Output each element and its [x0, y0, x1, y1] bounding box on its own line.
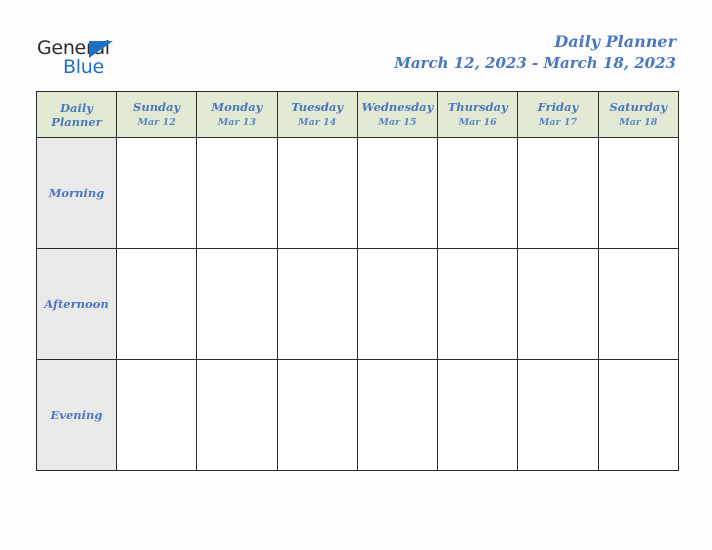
day-name-thursday: Thursday [447, 99, 508, 114]
cell-morning-tuesday[interactable] [276, 137, 358, 249]
corner-label-line2: Planner [51, 114, 102, 129]
cell-afternoon-wednesday[interactable] [356, 248, 439, 360]
cell-afternoon-monday[interactable] [196, 248, 278, 360]
table-row-morning: Morning [36, 137, 679, 249]
column-header-wednesday: Wednesday Mar 15 [356, 91, 439, 138]
page-header: General Blue Daily Planner March 12, 202… [0, 0, 712, 88]
cell-morning-thursday[interactable] [437, 137, 519, 249]
logo-word-blue: Blue [63, 56, 104, 78]
cell-evening-friday[interactable] [517, 359, 599, 471]
general-blue-logo: General Blue [37, 38, 157, 80]
row-label-text: Morning [48, 186, 105, 200]
day-date-wednesday: Mar 15 [378, 116, 417, 128]
day-name-saturday: Saturday [609, 99, 668, 114]
day-name-tuesday: Tuesday [291, 99, 344, 114]
day-date-tuesday: Mar 14 [298, 116, 337, 128]
table-header-row: Daily Planner Sunday Mar 12 Monday Mar 1… [36, 91, 679, 138]
column-header-friday: Friday Mar 17 [517, 91, 599, 138]
day-date-thursday: Mar 16 [458, 116, 497, 128]
table-row-afternoon: Afternoon [36, 248, 679, 360]
cell-afternoon-sunday[interactable] [115, 248, 198, 360]
day-name-sunday: Sunday [133, 99, 181, 114]
day-date-friday: Mar 17 [538, 116, 578, 128]
day-date-monday: Mar 13 [217, 116, 256, 128]
cell-evening-wednesday[interactable] [356, 359, 439, 471]
cell-morning-saturday[interactable] [597, 137, 679, 249]
row-label-evening: Evening [36, 359, 117, 471]
cell-morning-sunday[interactable] [115, 137, 198, 249]
cell-morning-friday[interactable] [517, 137, 599, 249]
column-header-saturday: Saturday Mar 18 [597, 91, 679, 138]
cell-afternoon-saturday[interactable] [597, 248, 679, 360]
date-range: March 12, 2023 - March 18, 2023 [394, 54, 676, 72]
daily-planner-table: Daily Planner Sunday Mar 12 Monday Mar 1… [36, 91, 679, 471]
table-corner-header: Daily Planner [36, 91, 117, 138]
cell-afternoon-friday[interactable] [517, 248, 599, 360]
cell-evening-monday[interactable] [196, 359, 278, 471]
corner-label-line1: Daily [60, 100, 93, 115]
day-date-sunday: Mar 12 [137, 116, 176, 128]
page-title: Daily Planner [554, 32, 676, 51]
day-date-saturday: Mar 18 [619, 116, 658, 128]
table-row-evening: Evening [36, 359, 679, 471]
cell-evening-thursday[interactable] [437, 359, 519, 471]
day-name-monday: Monday [211, 99, 263, 114]
title-block: Daily Planner March 12, 2023 - March 18,… [394, 31, 676, 74]
cell-evening-sunday[interactable] [115, 359, 198, 471]
cell-evening-saturday[interactable] [597, 359, 679, 471]
cell-morning-monday[interactable] [196, 137, 278, 249]
column-header-thursday: Thursday Mar 16 [437, 91, 519, 138]
day-name-friday: Friday [537, 99, 579, 114]
day-name-wednesday: Wednesday [361, 99, 434, 114]
column-header-sunday: Sunday Mar 12 [115, 91, 198, 138]
cell-afternoon-thursday[interactable] [437, 248, 519, 360]
cell-afternoon-tuesday[interactable] [276, 248, 358, 360]
row-label-text: Afternoon [44, 297, 109, 311]
column-header-tuesday: Tuesday Mar 14 [276, 91, 358, 138]
row-label-text: Evening [50, 408, 103, 422]
row-label-morning: Morning [36, 137, 117, 249]
cell-evening-tuesday[interactable] [276, 359, 358, 471]
column-header-monday: Monday Mar 13 [196, 91, 278, 138]
row-label-afternoon: Afternoon [36, 248, 117, 360]
cell-morning-wednesday[interactable] [356, 137, 439, 249]
